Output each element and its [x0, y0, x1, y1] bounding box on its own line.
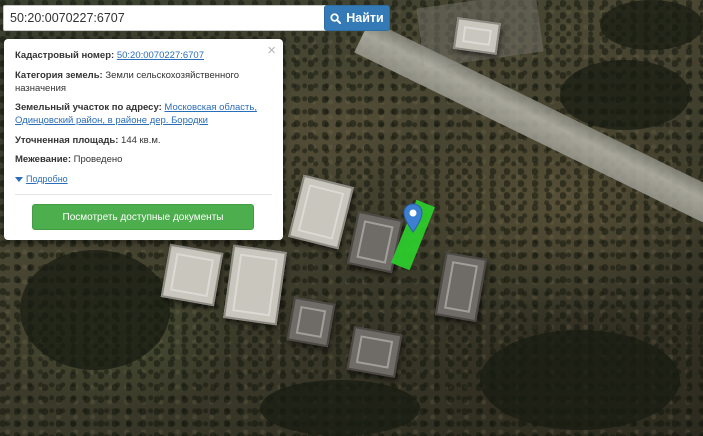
- map-tree-cluster: [480, 330, 680, 430]
- close-icon[interactable]: ×: [267, 43, 276, 58]
- search-icon: [330, 12, 342, 24]
- map-tree-cluster: [560, 60, 690, 130]
- map-tree-cluster: [600, 0, 703, 50]
- cadastral-number-row: Кадастровый номер: 50:20:0070227:6707: [15, 49, 265, 62]
- details-toggle[interactable]: Подробно: [15, 174, 68, 184]
- cadastral-number-label: Кадастровый номер:: [15, 50, 115, 61]
- parcel-info-popup: × Кадастровый номер: 50:20:0070227:6707 …: [4, 39, 283, 240]
- area-label: Уточненная площадь:: [15, 135, 119, 146]
- area-row: Уточненная площадь: 144 кв.м.: [15, 134, 265, 147]
- cadastral-number-link[interactable]: 50:20:0070227:6707: [117, 50, 204, 61]
- address-row: Земельный участок по адресу: Московская …: [15, 101, 265, 127]
- search-button[interactable]: Найти: [324, 5, 390, 31]
- address-label: Земельный участок по адресу:: [15, 102, 162, 113]
- survey-value: Проведено: [73, 154, 123, 165]
- map-building: [346, 326, 403, 378]
- map-building: [160, 243, 224, 307]
- map-tree-cluster: [20, 250, 170, 370]
- survey-row: Межевание: Проведено: [15, 153, 265, 166]
- map-building: [286, 296, 336, 348]
- land-category-label: Категория земель:: [15, 70, 103, 81]
- cadastral-search-input[interactable]: [3, 5, 330, 31]
- land-category-row: Категория земель: Земли сельскохозяйстве…: [15, 69, 265, 95]
- search-button-label: Найти: [346, 11, 384, 25]
- map-building: [452, 17, 502, 55]
- survey-label: Межевание:: [15, 154, 71, 165]
- details-toggle-label: Подробно: [26, 174, 68, 184]
- caret-down-icon: [15, 176, 23, 182]
- area-value: 144 кв.м.: [121, 135, 161, 146]
- map-building: [223, 244, 287, 326]
- popup-divider: [15, 194, 272, 195]
- view-documents-button[interactable]: Посмотреть доступные документы: [32, 204, 254, 230]
- map-pin-icon[interactable]: [403, 203, 423, 233]
- map-tree-cluster: [260, 380, 420, 436]
